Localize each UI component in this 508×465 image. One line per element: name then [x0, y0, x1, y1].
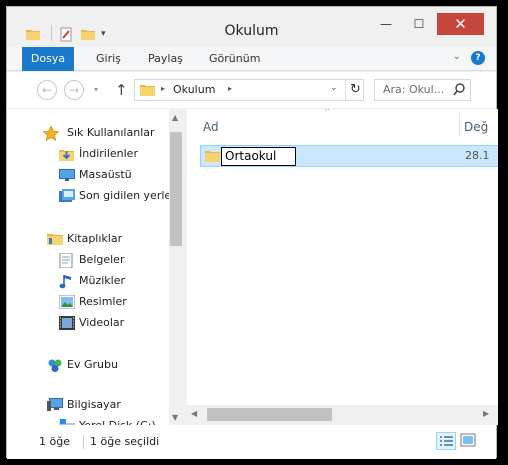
homegroup-icon: [47, 358, 63, 380]
sort-indicator-icon: ^: [324, 109, 331, 116]
selected-count: 1 öğe seçildi: [90, 435, 160, 448]
rename-field[interactable]: Ortaokul: [221, 147, 296, 166]
title-bar: ▾ Okulum — ☐ ✕: [7, 7, 496, 47]
nav-item-label: Kitaplıklar: [67, 232, 123, 245]
folder-icon: [205, 149, 220, 166]
nav-item-label: Yerel Disk (C:): [79, 416, 156, 425]
folder-icon: [140, 83, 155, 100]
nav-item-libraries[interactable]: Kitaplıklar: [47, 229, 177, 249]
navigation-pane-scrollbar[interactable]: ▲ ▼: [169, 109, 183, 425]
column-header-name[interactable]: Ad: [203, 120, 219, 134]
up-button[interactable]: ↑: [115, 81, 128, 99]
nav-item-homegroup[interactable]: Ev Grubu: [47, 355, 177, 375]
file-list: ^ Ad Değ Ortaokul 28.1: [187, 109, 498, 405]
forward-button[interactable]: →: [64, 80, 84, 100]
scrollbar-thumb[interactable]: [207, 408, 332, 421]
address-dropdown[interactable]: ⌄: [330, 83, 338, 93]
status-bar: 1 öğe 1 öğe seçildi: [7, 425, 496, 459]
minimize-button[interactable]: —: [371, 13, 401, 35]
ribbon-tabs: Dosya Giriş Paylaş Görünüm ⌄ ?: [7, 47, 496, 71]
search-icon[interactable]: [453, 83, 465, 99]
file-date: 28.1: [465, 149, 490, 162]
nav-item-computer[interactable]: Bilgisayar: [47, 395, 177, 415]
tab-giris[interactable]: Giriş: [84, 47, 133, 71]
nav-item-label: Müzikler: [79, 274, 126, 287]
item-count: 1 öğe: [39, 435, 70, 448]
scroll-down-icon[interactable]: ▼: [172, 413, 178, 422]
search-placeholder[interactable]: Ara: Okul...: [383, 83, 444, 96]
nav-item-music[interactable]: Müzikler: [59, 271, 179, 291]
nav-item-downloads[interactable]: İndirilenler: [59, 144, 179, 164]
explorer-window: ▾ Okulum — ☐ ✕ Dosya Giriş Paylaş Görünü…: [6, 6, 498, 459]
recent-places-icon: [59, 189, 75, 210]
column-divider[interactable]: [459, 113, 460, 137]
maximize-button[interactable]: ☐: [404, 13, 434, 35]
nav-item-desktop[interactable]: Masaüstü: [59, 165, 179, 185]
address-bar[interactable]: ▸ Okulum ▸ ⌄ ↻: [134, 79, 364, 101]
tab-gorunum[interactable]: Görünüm: [197, 47, 272, 71]
breadcrumb-separator[interactable]: ▸: [161, 84, 165, 93]
star-icon: [42, 125, 60, 148]
search-box[interactable]: Ara: Okul...: [374, 79, 471, 101]
file-row[interactable]: Ortaokul 28.1: [200, 145, 498, 167]
nav-item-label: Bilgisayar: [67, 398, 121, 411]
videos-icon: [59, 316, 75, 337]
details-view-button[interactable]: [436, 432, 456, 450]
scroll-right-icon[interactable]: ▶: [483, 409, 489, 418]
nav-item-label: Resimler: [79, 295, 127, 308]
breadcrumb-separator[interactable]: ▸: [228, 84, 232, 93]
large-icons-view-icon: [460, 433, 476, 447]
nav-item-recent-places[interactable]: Son gidilen yerler: [59, 186, 179, 206]
scroll-up-icon[interactable]: ▲: [172, 113, 178, 122]
nav-item-pictures[interactable]: Resimler: [58, 292, 179, 312]
refresh-button[interactable]: ↻: [345, 80, 365, 100]
status-separator: [83, 435, 84, 449]
help-icon[interactable]: ?: [471, 51, 485, 65]
nav-item-documents[interactable]: Belgeler: [59, 250, 179, 270]
nav-item-label: Ev Grubu: [67, 358, 118, 371]
nav-item-label: Videolar: [79, 316, 125, 329]
nav-item-local-disk[interactable]: Yerel Disk (C:): [59, 416, 179, 425]
column-header-date[interactable]: Değ: [464, 120, 488, 134]
expand-ribbon-icon[interactable]: ⌄: [453, 52, 461, 62]
nav-item-videos[interactable]: Videolar: [59, 313, 179, 333]
tab-paylas[interactable]: Paylaş: [136, 47, 195, 71]
nav-item-label: Son gidilen yerler: [79, 189, 176, 202]
navigation-bar: ← → ▾ ↑ ▸ Okulum ▸ ⌄ ↻ Ara: Okul...: [7, 72, 496, 108]
nav-item-favorites[interactable]: Sık Kullanılanlar: [42, 123, 173, 143]
scroll-left-icon[interactable]: ◀: [191, 409, 197, 418]
breadcrumb-okulum[interactable]: Okulum: [173, 83, 215, 96]
details-view-icon: [440, 436, 453, 446]
nav-item-label: Belgeler: [79, 253, 125, 266]
navigation-pane: Sık Kullanılanlar İndirilenler Masaüstü …: [7, 109, 183, 425]
tab-dosya[interactable]: Dosya: [22, 47, 74, 71]
nav-item-label: Masaüstü: [79, 168, 132, 181]
nav-item-label: İndirilenler: [79, 147, 138, 160]
file-list-horizontal-scrollbar[interactable]: ◀ ▶: [187, 405, 498, 425]
recent-locations-dropdown[interactable]: ▾: [94, 85, 98, 94]
nav-item-label: Sık Kullanılanlar: [67, 126, 155, 139]
back-button[interactable]: ←: [37, 80, 57, 100]
close-button[interactable]: ✕: [437, 13, 484, 35]
large-icons-view-button[interactable]: [459, 432, 479, 450]
scrollbar-thumb[interactable]: [170, 132, 182, 246]
